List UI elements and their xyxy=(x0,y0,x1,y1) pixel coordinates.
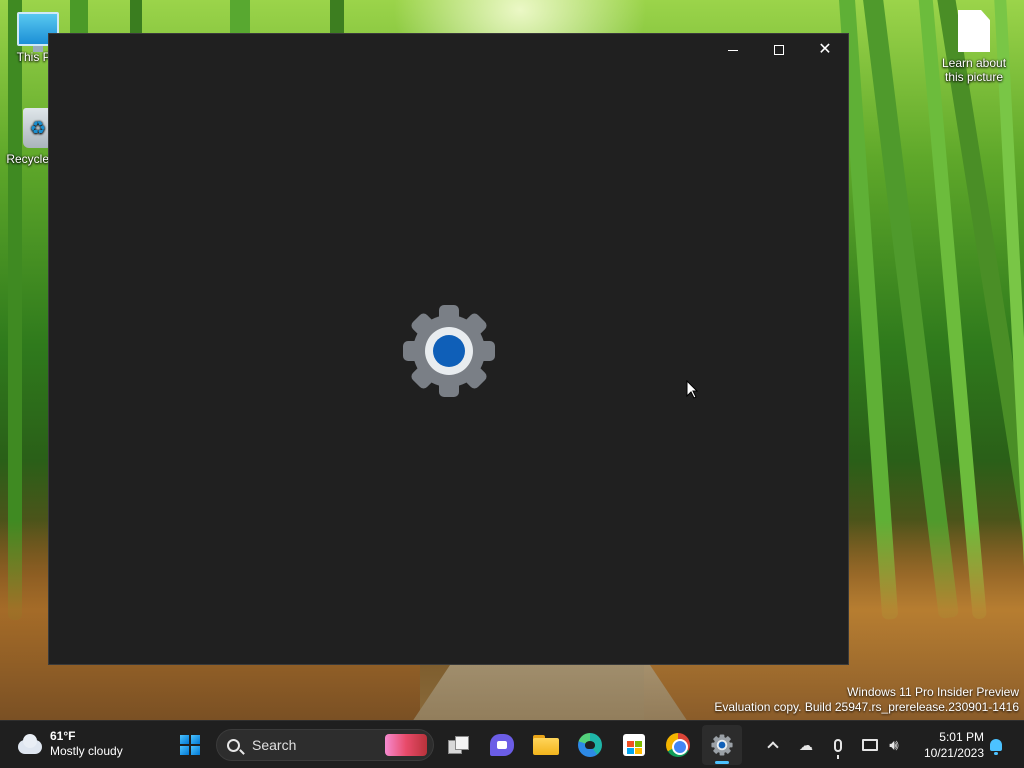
store-icon xyxy=(623,734,645,756)
close-button[interactable]: ✕ xyxy=(802,34,848,66)
evaluation-watermark: Windows 11 Pro Insider Preview Evaluatio… xyxy=(714,685,1019,715)
start-button[interactable] xyxy=(170,725,210,765)
desktop-icon-label: Learn about this picture xyxy=(941,56,1007,84)
windows-logo-icon xyxy=(180,735,200,755)
watermark-build: Evaluation copy. Build 25947.rs_prerelea… xyxy=(714,700,1019,714)
maximize-button[interactable] xyxy=(756,34,802,66)
volume-icon: 🔊︎ xyxy=(889,736,899,754)
gear-icon xyxy=(403,305,495,397)
weather-temperature: 61°F xyxy=(50,729,76,743)
minimize-icon xyxy=(728,49,738,51)
microphone-button[interactable] xyxy=(826,733,850,759)
chat-button[interactable] xyxy=(482,725,522,765)
maximize-icon xyxy=(774,45,784,55)
document-icon xyxy=(958,10,990,52)
chevron-up-icon xyxy=(767,741,779,753)
taskbar-clock[interactable]: 5:01 PM 10/21/2023 xyxy=(918,729,984,761)
watermark-edition: Windows 11 Pro Insider Preview xyxy=(847,685,1019,699)
taskbar-search-box[interactable]: Search xyxy=(216,729,434,761)
clock-time: 5:01 PM xyxy=(939,730,984,744)
onedrive-icon: ☁ xyxy=(799,736,813,753)
desktop-icon-learn-about-picture[interactable]: Learn about this picture xyxy=(934,10,1014,84)
edge-button[interactable] xyxy=(570,725,610,765)
notification-center-button[interactable] xyxy=(984,733,1008,757)
settings-window[interactable]: ✕ xyxy=(48,33,849,665)
search-highlight-icon xyxy=(385,734,427,756)
search-placeholder: Search xyxy=(252,737,297,753)
weather-widget[interactable]: 61°F Mostly cloudy xyxy=(14,729,123,759)
folder-icon xyxy=(533,735,559,755)
file-explorer-button[interactable] xyxy=(526,725,566,765)
settings-taskbar-button[interactable] xyxy=(702,725,742,765)
cloud-icon xyxy=(14,732,44,756)
show-hidden-icons-button[interactable] xyxy=(761,733,785,757)
edge-icon xyxy=(578,733,602,757)
task-view-icon xyxy=(448,736,470,754)
window-titlebar[interactable]: ✕ xyxy=(49,34,848,66)
store-button[interactable] xyxy=(614,725,654,765)
onedrive-button[interactable]: ☁ xyxy=(794,733,818,757)
volume-button[interactable]: 🔊︎ xyxy=(882,733,906,757)
close-icon: ✕ xyxy=(818,41,832,58)
clock-date: 10/21/2023 xyxy=(923,746,984,760)
gear-icon xyxy=(711,734,733,756)
chrome-icon xyxy=(666,733,690,757)
weather-condition: Mostly cloudy xyxy=(50,744,123,758)
microphone-icon xyxy=(834,738,842,759)
bell-icon xyxy=(990,739,1002,755)
chrome-button[interactable] xyxy=(658,725,698,765)
network-icon xyxy=(862,739,878,751)
task-view-button[interactable] xyxy=(439,725,479,765)
chat-icon xyxy=(490,734,514,756)
network-button[interactable] xyxy=(858,733,882,757)
search-icon xyxy=(227,738,240,752)
mouse-cursor-icon xyxy=(686,380,698,399)
minimize-button[interactable] xyxy=(710,34,756,66)
taskbar: 61°F Mostly cloudy Search ☁ 🔊︎ 5:01 PM 1… xyxy=(0,720,1024,768)
